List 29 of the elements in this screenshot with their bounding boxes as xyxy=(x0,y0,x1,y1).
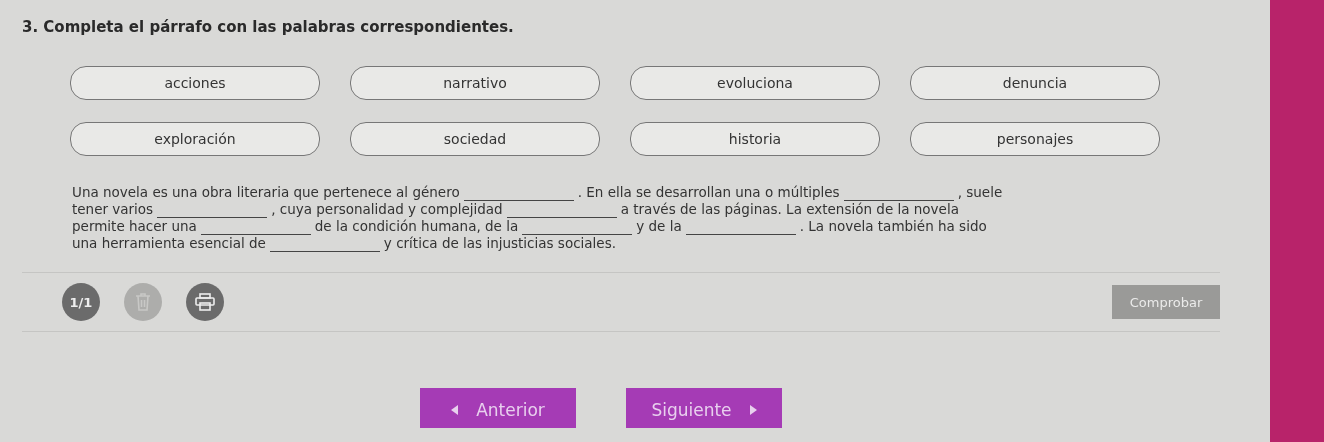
trash-icon xyxy=(135,293,151,311)
word-chip[interactable]: evoluciona xyxy=(630,66,880,100)
paragraph-text: . En ella se desarrollan una o múltiples xyxy=(577,184,840,201)
word-chip[interactable]: acciones xyxy=(70,66,320,100)
word-chip[interactable]: historia xyxy=(630,122,880,156)
paragraph-text: de la condición humana, de la xyxy=(314,218,519,235)
paragraph-text: y crítica de las injusticias sociales. xyxy=(383,235,616,252)
paragraph-text: a través de las páginas. La extensión de la novela xyxy=(620,201,959,218)
word-chip[interactable]: denuncia xyxy=(910,66,1160,100)
paragraph-text: . La novela también ha sido xyxy=(799,218,987,235)
paragraph-text: tener varios xyxy=(72,201,154,218)
word-chip[interactable]: exploración xyxy=(70,122,320,156)
word-chip[interactable]: sociedad xyxy=(350,122,600,156)
word-chip[interactable]: personajes xyxy=(910,122,1160,156)
paragraph-text: permite hacer una xyxy=(72,218,197,235)
print-button[interactable] xyxy=(186,283,224,321)
page-counter: 1/1 xyxy=(62,283,100,321)
question-title: 3. Completa el párrafo con las palabras correspondientes. xyxy=(22,18,515,36)
paragraph-text: y de la xyxy=(636,218,682,235)
paragraph-text: Una novela es una obra literaria que pertenece al género xyxy=(72,184,460,201)
caret-right-icon xyxy=(749,405,757,415)
previous-button[interactable]: Anterior xyxy=(420,388,576,428)
word-chip[interactable]: narrativo xyxy=(350,66,600,100)
printer-icon xyxy=(195,293,215,311)
caret-left-icon xyxy=(451,405,459,415)
paragraph-text: , cuya personalidad y complejidad xyxy=(271,201,503,218)
paragraph-text: una herramienta esencial de xyxy=(72,235,266,252)
paragraph-text: , suele xyxy=(957,184,1003,201)
next-button[interactable]: Siguiente xyxy=(626,388,782,428)
